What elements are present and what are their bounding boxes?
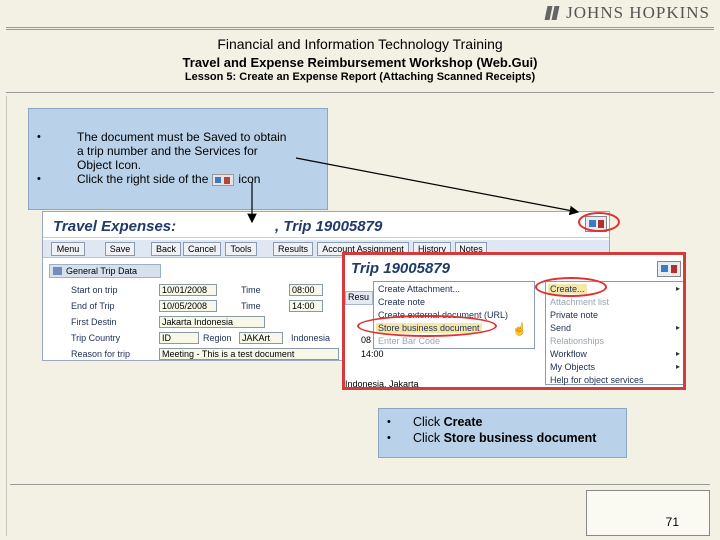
bullet: • [387,432,391,444]
page-number-box: 71 [586,490,710,536]
instruction-bold: Store business document [443,431,597,445]
page-number: 71 [665,515,679,529]
footer-rule [10,484,710,485]
callout-arrows [247,157,580,224]
bullet: • [387,416,391,428]
instruction-bold: Create [443,415,483,429]
instruction-line: Click Create [413,415,482,429]
arrow-to-icon [295,157,580,216]
instruction-text: Click [413,431,444,445]
instruction-text: Click [413,415,444,429]
instruction-box-2: • Click Create • Click Store business do… [378,408,627,458]
instruction-line: Click Store business document [413,431,596,445]
